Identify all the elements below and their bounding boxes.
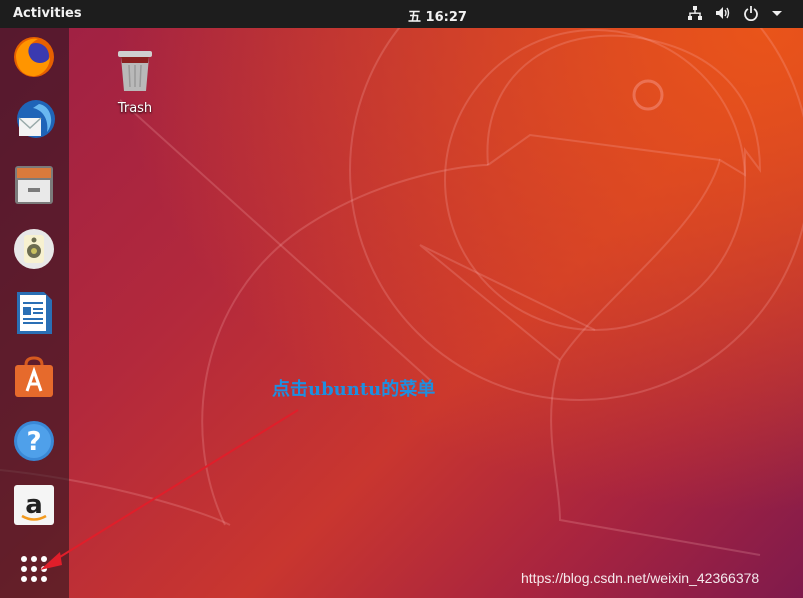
amazon-icon: a xyxy=(14,485,54,525)
trash-icon xyxy=(118,51,152,91)
dock-item-show-applications[interactable] xyxy=(11,546,57,592)
help-icon: ? xyxy=(14,421,54,461)
files-icon xyxy=(15,166,53,204)
dock-item-rhythmbox[interactable] xyxy=(11,226,57,272)
dock-item-amazon[interactable]: a xyxy=(11,482,57,528)
desktop-background: Activities 五 16:27 ? a Trash 点击ubuntu的菜单… xyxy=(0,0,803,598)
dock: ? a xyxy=(0,28,69,598)
annotation-text: 点击ubuntu的菜单 xyxy=(272,379,436,400)
watermark: https://blog.csdn.net/weixin_42366378 xyxy=(521,570,760,586)
network-icon[interactable] xyxy=(687,5,703,21)
desktop-trash[interactable]: Trash xyxy=(110,47,160,116)
power-icon[interactable] xyxy=(743,5,759,22)
thunderbird-icon xyxy=(17,100,55,138)
show-applications-icon xyxy=(21,556,47,582)
firefox-icon xyxy=(14,37,54,77)
libreoffice-writer-icon xyxy=(17,292,52,334)
ubuntu-software-icon xyxy=(15,356,53,397)
trash-label: Trash xyxy=(117,101,153,116)
dock-item-files[interactable] xyxy=(11,162,57,208)
svg-text:?: ? xyxy=(26,427,41,457)
dropdown-arrow-icon[interactable] xyxy=(771,5,787,21)
svg-text:a: a xyxy=(25,490,43,520)
dock-item-ubuntu-software[interactable] xyxy=(11,354,57,400)
clock[interactable]: 五 16:27 xyxy=(408,6,467,25)
top-bar: Activities 五 16:27 xyxy=(0,0,803,28)
system-tray[interactable] xyxy=(687,5,787,22)
rhythmbox-icon xyxy=(14,229,54,269)
volume-icon[interactable] xyxy=(715,5,731,21)
dock-item-thunderbird[interactable] xyxy=(11,98,57,144)
activities-button[interactable]: Activities xyxy=(13,6,82,21)
dock-item-firefox[interactable] xyxy=(11,34,57,80)
dock-item-libreoffice-writer[interactable] xyxy=(11,290,57,336)
dock-item-help[interactable]: ? xyxy=(11,418,57,464)
